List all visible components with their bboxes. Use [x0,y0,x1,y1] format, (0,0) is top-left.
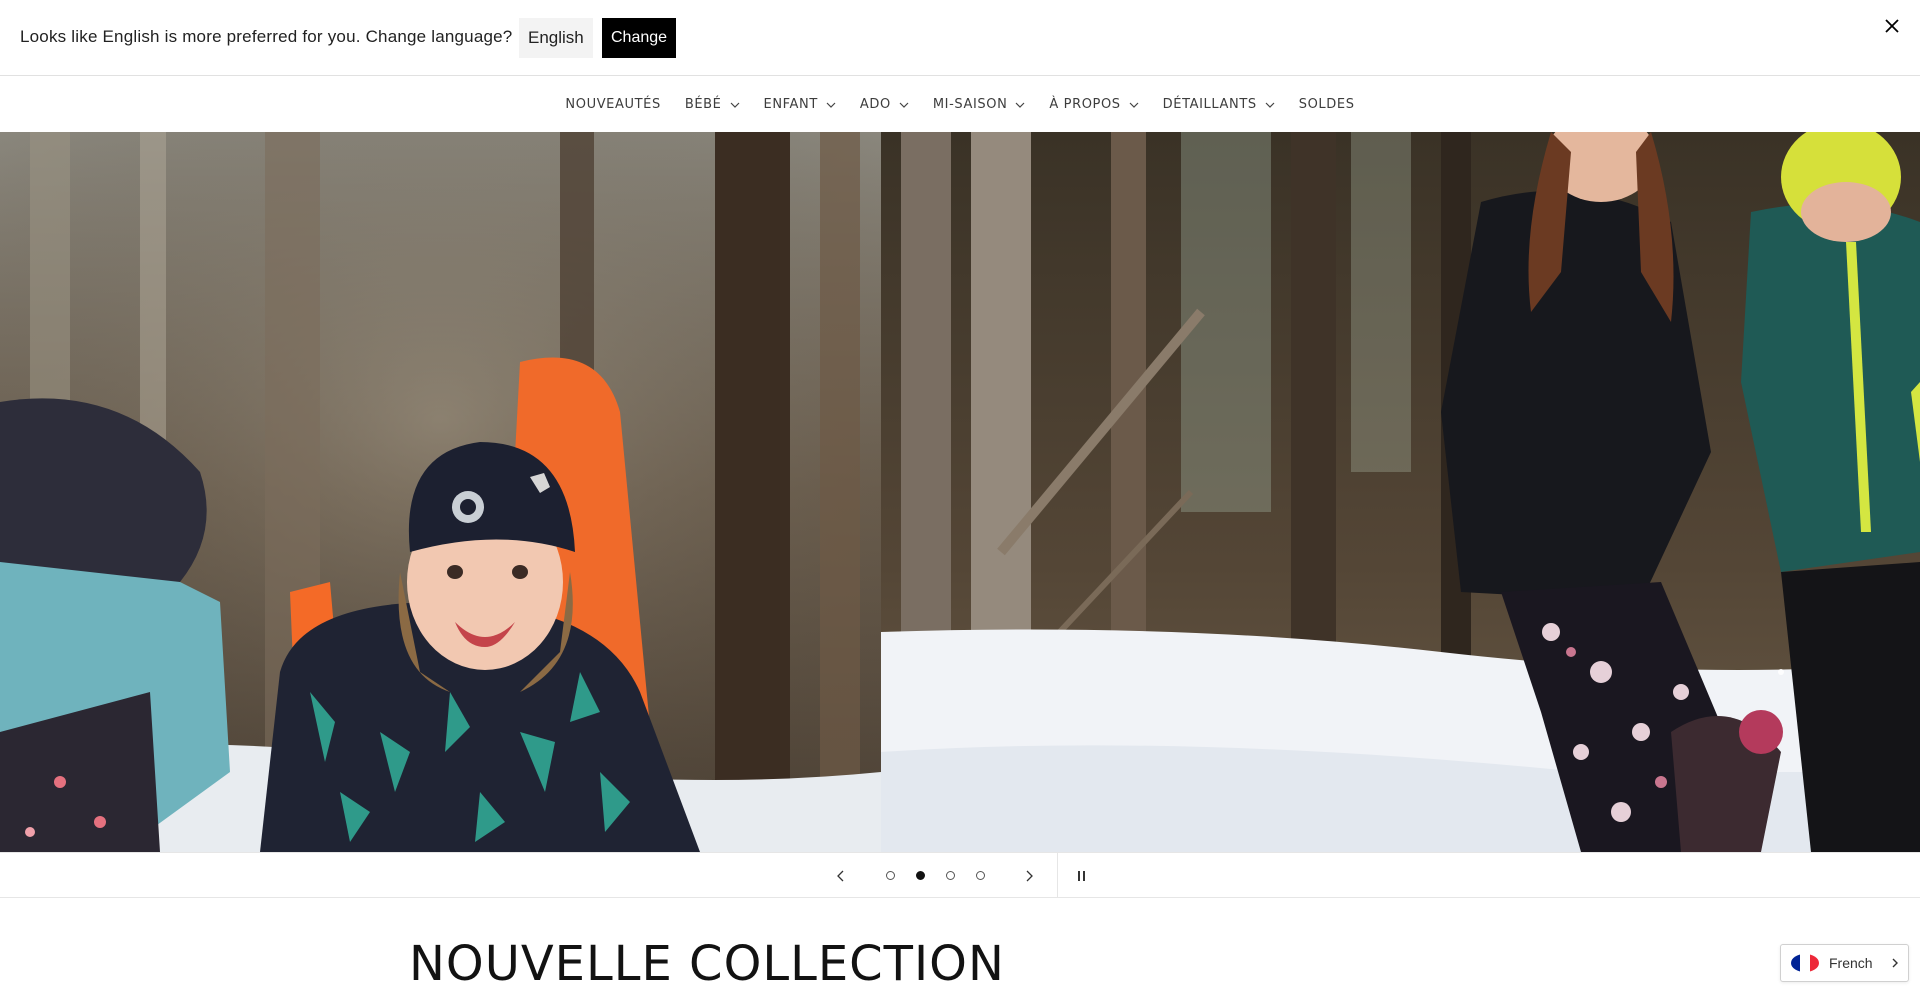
pause-icon[interactable] [1070,853,1094,898]
change-language-button[interactable]: Change [602,18,677,58]
chevron-down-icon [826,102,836,108]
nav-item-soldes[interactable]: SOLDES [1287,97,1367,112]
language-suggestion-banner: Looks like English is more preferred for… [0,0,1920,76]
hero-slideshow[interactable] [0,132,1920,852]
chevron-right-icon[interactable] [1014,853,1044,898]
main-navigation: NOUVEAUTÉS BÉBÉ ENFANT ADO MI-SAISON À P… [0,77,1920,132]
nav-item-bebe[interactable]: BÉBÉ [673,97,752,112]
nav-item-label: BÉBÉ [684,97,722,112]
slide-dot-4[interactable] [970,853,990,898]
nav-item-label: DÉTAILLANTS [1162,97,1257,112]
language-switcher[interactable]: French [1780,944,1909,982]
france-flag-icon [1791,954,1819,972]
chevron-left-icon[interactable] [826,853,856,898]
chevron-down-icon [1129,102,1139,108]
english-language-button[interactable]: English [519,18,593,58]
controls-divider [1057,853,1058,898]
nav-item-nouveautes[interactable]: NOUVEAUTÉS [553,97,672,112]
nav-item-label: ENFANT [763,97,818,112]
language-suggestion-message: Looks like English is more preferred for… [20,27,513,46]
nav-item-mi-saison[interactable]: MI-SAISON [921,97,1038,112]
chevron-down-icon [1015,102,1025,108]
slide-dot-3[interactable] [940,853,960,898]
section-title: NOUVELLE COLLECTION [409,936,1005,992]
nav-item-label: NOUVEAUTÉS [565,97,661,112]
slide-dot-2[interactable] [910,853,930,898]
nav-item-label: À PROPOS [1049,97,1121,112]
chevron-down-icon [730,102,739,108]
slide-dot-1[interactable] [880,853,900,898]
chevron-right-icon [1892,955,1899,971]
nav-item-label: ADO [859,97,891,112]
language-switcher-label: French [1829,955,1873,971]
slideshow-controls [0,852,1920,898]
nav-item-a-propos[interactable]: À PROPOS [1037,97,1150,112]
chevron-down-icon [899,102,909,108]
nav-item-detaillants[interactable]: DÉTAILLANTS [1151,97,1287,112]
nav-item-enfant[interactable]: ENFANT [752,97,848,112]
nav-item-label: SOLDES [1298,97,1355,112]
hero-image-left [0,132,881,852]
hero-image-right [881,132,1920,852]
close-icon[interactable] [1880,14,1904,38]
nav-item-label: MI-SAISON [932,97,1008,112]
chevron-down-icon [1265,102,1275,108]
nav-item-ado[interactable]: ADO [848,97,921,112]
